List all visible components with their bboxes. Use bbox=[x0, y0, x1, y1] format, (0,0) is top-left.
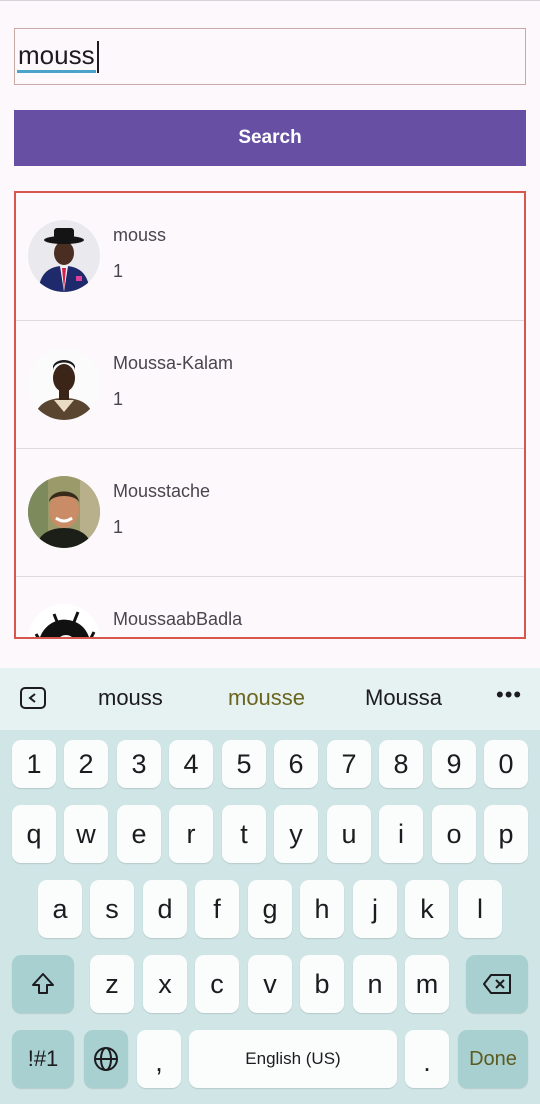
key-v[interactable]: v bbox=[248, 955, 292, 1013]
comma-key[interactable]: , bbox=[137, 1030, 181, 1088]
keyboard-suggestion-bar: mouss mousse Moussa ••• bbox=[0, 668, 540, 730]
key-9[interactable]: 9 bbox=[432, 740, 476, 788]
backspace-icon bbox=[483, 974, 511, 994]
key-g[interactable]: g bbox=[248, 880, 292, 938]
key-t[interactable]: t bbox=[222, 805, 266, 863]
search-button[interactable]: Search bbox=[14, 110, 526, 166]
text-cursor bbox=[96, 40, 99, 73]
key-j[interactable]: j bbox=[353, 880, 397, 938]
key-b[interactable]: b bbox=[300, 955, 344, 1013]
key-i[interactable]: i bbox=[379, 805, 423, 863]
key-4[interactable]: 4 bbox=[169, 740, 213, 788]
key-w[interactable]: w bbox=[64, 805, 108, 863]
done-key[interactable]: Done bbox=[458, 1030, 528, 1088]
result-count: 1 bbox=[113, 389, 124, 409]
key-z[interactable]: z bbox=[90, 955, 134, 1013]
space-key[interactable]: English (US) bbox=[189, 1030, 397, 1088]
period-key[interactable]: . bbox=[405, 1030, 449, 1088]
key-u[interactable]: u bbox=[327, 805, 371, 863]
key-q[interactable]: q bbox=[12, 805, 56, 863]
backspace-key[interactable] bbox=[466, 955, 528, 1013]
key-0[interactable]: 0 bbox=[484, 740, 528, 788]
result-count: 1 bbox=[113, 517, 124, 537]
key-7[interactable]: 7 bbox=[327, 740, 371, 788]
shift-key[interactable] bbox=[12, 955, 74, 1013]
key-n[interactable]: n bbox=[353, 955, 397, 1013]
result-name: Mousstache bbox=[113, 481, 211, 501]
search-input-value: mouss bbox=[17, 40, 96, 73]
key-o[interactable]: o bbox=[432, 805, 476, 863]
avatar-smiling-man-icon bbox=[28, 476, 100, 548]
search-input[interactable]: mouss bbox=[14, 28, 526, 85]
result-name: MoussaabBadla bbox=[113, 609, 243, 629]
result-name: mouss bbox=[113, 225, 167, 245]
keyboard-collapse-icon[interactable] bbox=[20, 687, 46, 709]
results-list[interactable]: mouss 1 Moussa-Kalam 1 Mousstache 1 Mous… bbox=[14, 191, 526, 639]
list-item[interactable]: Moussa-Kalam 1 bbox=[16, 321, 524, 449]
key-p[interactable]: p bbox=[484, 805, 528, 863]
status-divider bbox=[0, 0, 540, 1]
avatar-man-hat-icon bbox=[28, 220, 100, 292]
keyboard: 1 2 3 4 5 6 7 8 9 0 q w e r t y u i o p … bbox=[0, 730, 540, 1104]
more-options-icon[interactable]: ••• bbox=[496, 682, 522, 708]
key-f[interactable]: f bbox=[195, 880, 239, 938]
key-r[interactable]: r bbox=[169, 805, 213, 863]
result-name: Moussa-Kalam bbox=[113, 353, 234, 373]
globe-icon bbox=[94, 1047, 118, 1071]
key-y[interactable]: y bbox=[274, 805, 318, 863]
key-3[interactable]: 3 bbox=[117, 740, 161, 788]
shift-icon bbox=[32, 973, 54, 994]
symbols-key[interactable]: !#1 bbox=[12, 1030, 74, 1088]
avatar-illustration-icon bbox=[28, 604, 100, 637]
key-2[interactable]: 2 bbox=[64, 740, 108, 788]
list-item[interactable]: MoussaabBadla bbox=[16, 577, 524, 637]
suggestion-3[interactable]: Moussa bbox=[365, 685, 442, 711]
result-count: 1 bbox=[113, 261, 124, 281]
key-k[interactable]: k bbox=[405, 880, 449, 938]
key-e[interactable]: e bbox=[117, 805, 161, 863]
key-l[interactable]: l bbox=[458, 880, 502, 938]
suggestion-1[interactable]: mouss bbox=[98, 685, 163, 711]
list-item[interactable]: mouss 1 bbox=[16, 193, 524, 321]
key-s[interactable]: s bbox=[90, 880, 134, 938]
list-item[interactable]: Mousstache 1 bbox=[16, 449, 524, 577]
key-6[interactable]: 6 bbox=[274, 740, 318, 788]
key-1[interactable]: 1 bbox=[12, 740, 56, 788]
key-8[interactable]: 8 bbox=[379, 740, 423, 788]
key-d[interactable]: d bbox=[143, 880, 187, 938]
language-key[interactable] bbox=[84, 1030, 128, 1088]
avatar-man-icon bbox=[28, 348, 100, 420]
key-x[interactable]: x bbox=[143, 955, 187, 1013]
key-a[interactable]: a bbox=[38, 880, 82, 938]
key-h[interactable]: h bbox=[300, 880, 344, 938]
key-c[interactable]: c bbox=[195, 955, 239, 1013]
suggestion-2[interactable]: mousse bbox=[228, 685, 305, 711]
key-m[interactable]: m bbox=[405, 955, 449, 1013]
key-5[interactable]: 5 bbox=[222, 740, 266, 788]
